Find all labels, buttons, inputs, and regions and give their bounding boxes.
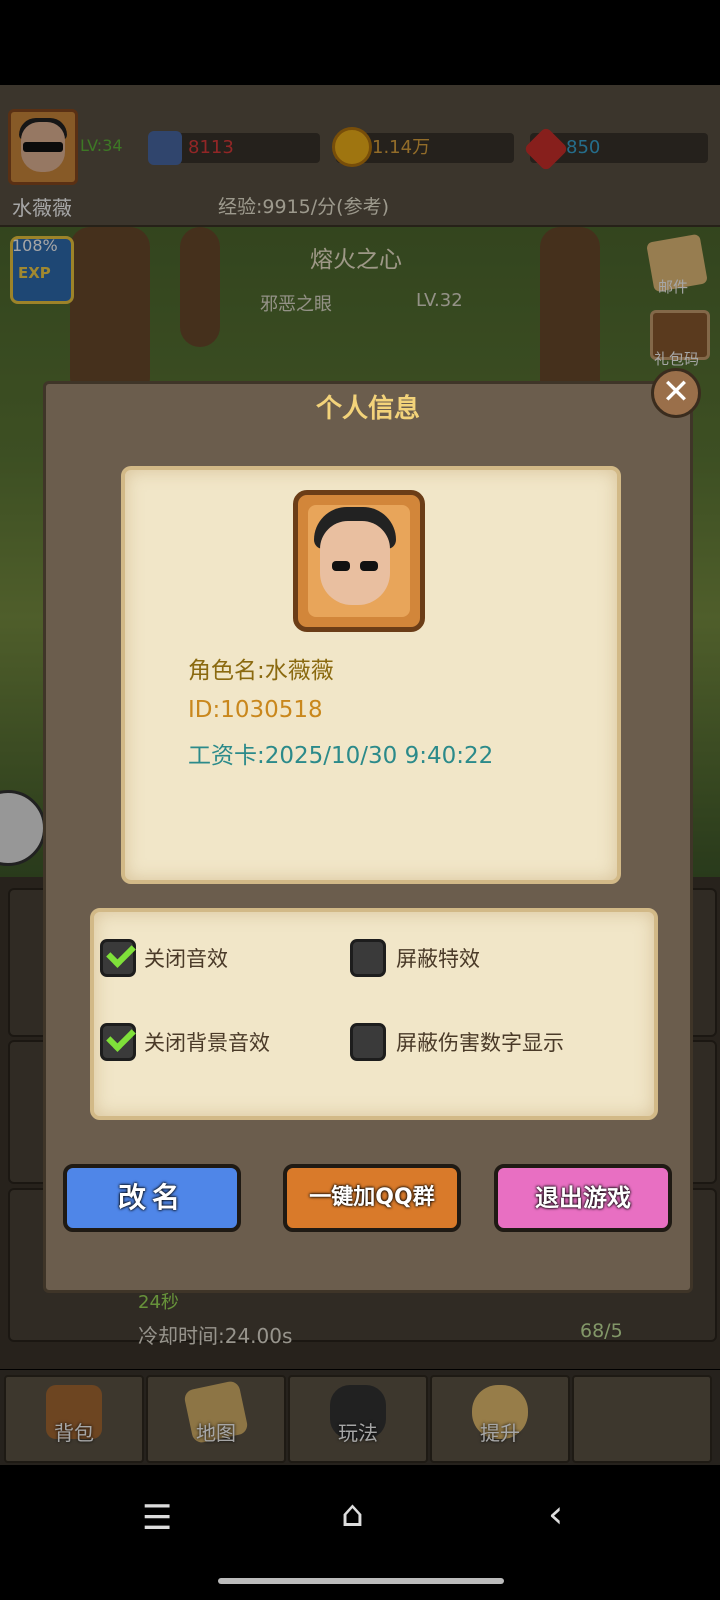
join-qq-group-button[interactable]: 一键加QQ群 xyxy=(283,1164,461,1232)
close-button[interactable]: ✕ xyxy=(651,368,701,418)
profile-avatar xyxy=(293,490,425,632)
status-bar xyxy=(0,0,720,85)
hide-effects-label: 屏蔽特效 xyxy=(396,947,480,971)
rename-button[interactable]: 改名 xyxy=(63,1164,241,1232)
back-icon[interactable]: ‹ xyxy=(548,1492,563,1536)
mute-bgm-label: 关闭背景音效 xyxy=(144,1031,270,1055)
exit-game-button[interactable]: 退出游戏 xyxy=(494,1164,672,1232)
salary-card-expiry: 工资卡:2025/10/30 9:40:22 xyxy=(188,743,494,769)
hide-effects-checkbox[interactable] xyxy=(350,939,386,977)
dialog-title: 个人信息 xyxy=(315,394,420,424)
role-id: ID:1030518 xyxy=(188,697,323,723)
role-name: 角色名:水薇薇 xyxy=(188,658,334,684)
hide-damage-numbers-checkbox[interactable] xyxy=(350,1023,386,1061)
hide-damage-numbers-label: 屏蔽伤害数字显示 xyxy=(396,1031,564,1055)
recent-apps-icon[interactable]: ☰ xyxy=(142,1498,172,1538)
mute-bgm-checkbox[interactable] xyxy=(100,1022,136,1061)
mute-sound-checkbox[interactable] xyxy=(100,938,136,977)
gesture-pill xyxy=(218,1578,504,1584)
mute-sound-label: 关闭音效 xyxy=(144,947,228,971)
home-icon[interactable]: ⌂ xyxy=(341,1494,364,1535)
